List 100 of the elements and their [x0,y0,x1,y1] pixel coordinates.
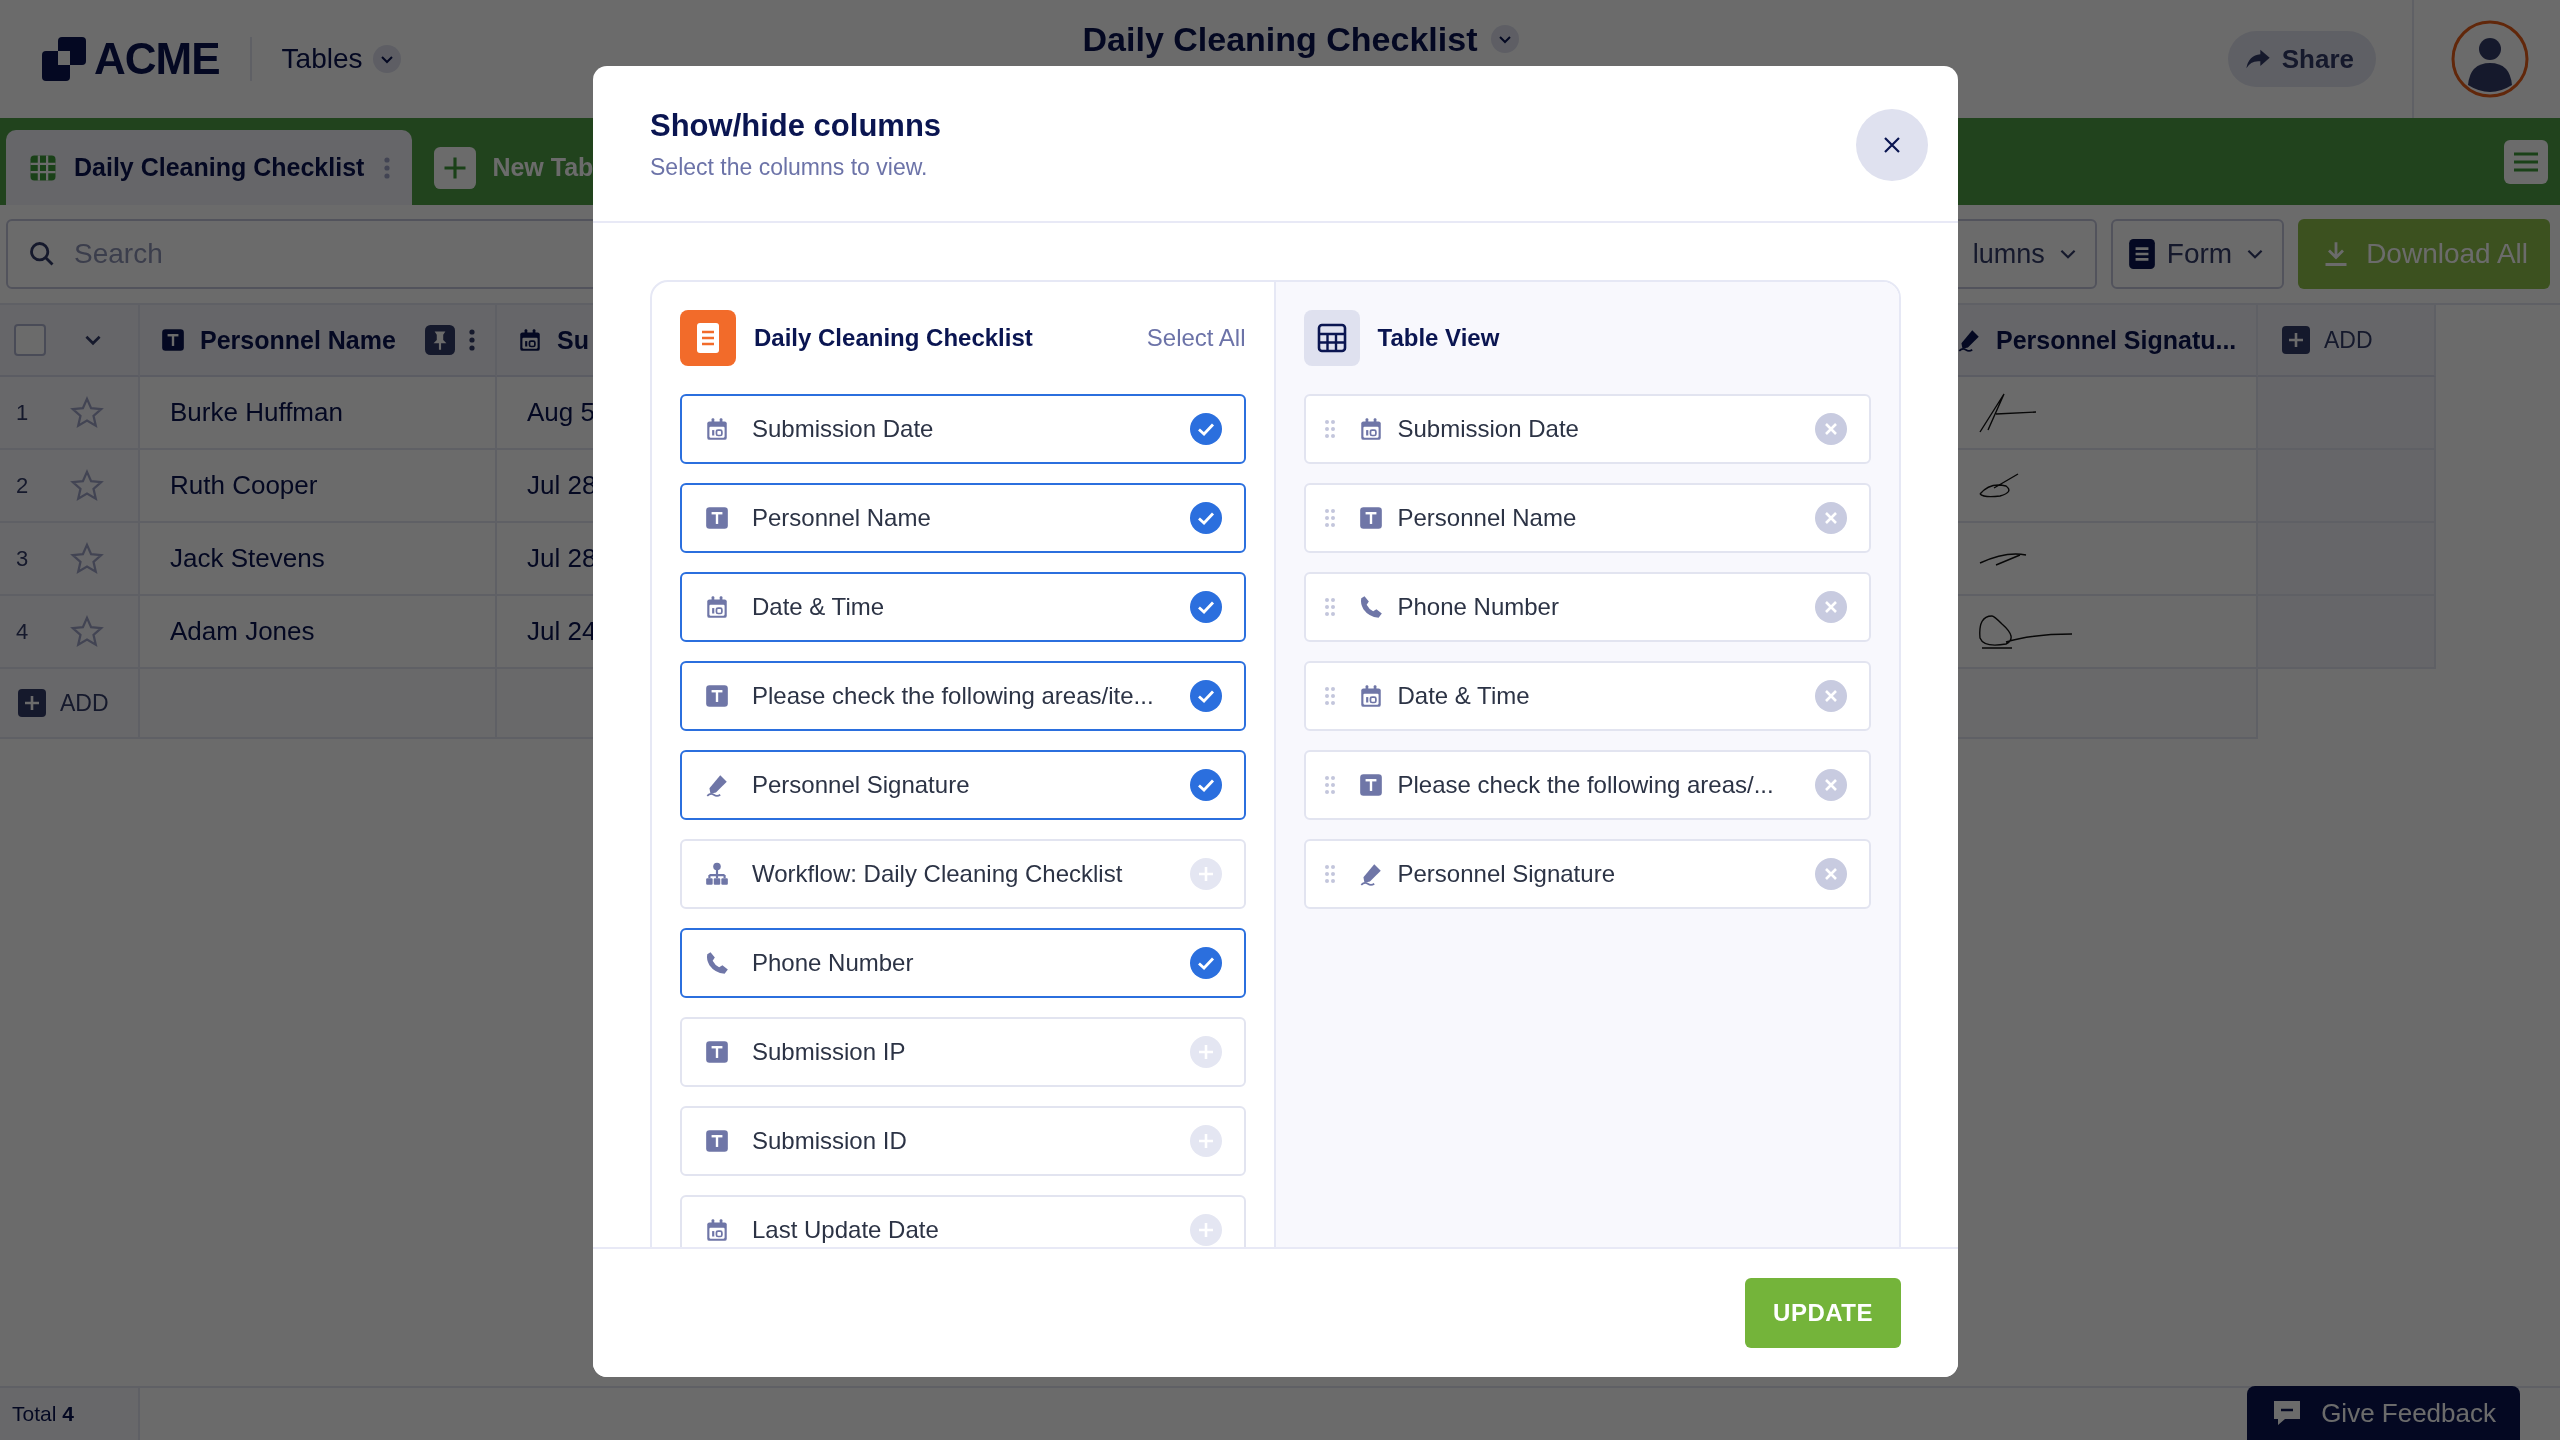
remove-icon[interactable] [1815,413,1847,445]
calendar-icon [704,594,730,620]
column-title: Su [557,325,589,355]
column-label: Last Update Date [752,1216,940,1244]
text-field-icon [160,327,186,353]
table-cell: Ruth Cooper [170,470,318,501]
drag-handle-icon[interactable] [1323,508,1336,528]
column-label: Submission IP [752,1038,907,1066]
hierarchy-icon [704,861,730,887]
visible-column[interactable]: Personnel Name [1303,483,1871,553]
column-option[interactable]: Please check the following areas/ite... [680,661,1246,731]
star-icon[interactable] [70,468,104,503]
column-label: Personnel Signature [752,771,971,799]
pen-icon [1956,327,1982,353]
drag-handle-icon[interactable] [1323,597,1336,617]
star-icon[interactable] [70,541,104,576]
plus-icon [434,146,477,189]
logo-icon [42,37,86,81]
source-title: Daily Cleaning Checklist [754,324,1034,352]
visible-column[interactable]: Please check the following areas/... [1303,750,1871,820]
calendar-icon [704,1217,730,1243]
plus-icon [2282,326,2310,354]
column-label: Date & Time [1397,682,1531,710]
visible-column[interactable]: Phone Number [1303,572,1871,642]
tables-menu[interactable]: Tables [281,43,401,75]
calendar-icon [704,416,730,442]
visible-column[interactable]: Date & Time [1303,661,1871,731]
chevron-down-icon [1491,25,1520,53]
column-label: Personnel Name [752,504,932,532]
form-icon [2128,239,2155,269]
table-cell: Jack Stevens [170,543,325,574]
text-field-icon [704,1039,730,1065]
drag-handle-icon[interactable] [1323,864,1336,884]
signature-drawing [1978,471,2020,500]
logo-text: ACME [94,34,220,84]
signature-drawing [1978,391,2038,434]
column-label: Personnel Name [1397,504,1578,532]
table-icon [1303,310,1360,366]
text-field-icon [704,683,730,709]
column-option[interactable]: Submission IP [680,1017,1246,1087]
more-icon[interactable] [469,328,475,352]
drag-handle-icon[interactable] [1323,775,1336,795]
table-cell: Burke Huffman [170,397,343,428]
remove-icon[interactable] [1815,591,1847,623]
chevron-down-icon [372,45,401,73]
give-feedback-button[interactable]: Give Feedback [2247,1386,2520,1440]
column-option[interactable]: Last Update Date [680,1195,1246,1247]
column-option[interactable]: Submission Date [680,394,1246,464]
signature-drawing [1978,550,2028,567]
table-cell: Adam Jones [170,616,315,647]
column-option[interactable]: Date & Time [680,572,1246,642]
column-option[interactable]: Personnel Signature [680,750,1246,820]
visible-column[interactable]: Submission Date [1303,394,1871,464]
remove-icon[interactable] [1815,858,1847,890]
column-label: Please check the following areas/... [1397,771,1775,799]
text-field-icon [704,1128,730,1154]
column-label: Workflow: Daily Cleaning Checklist [752,860,1124,888]
column-label: Submission ID [752,1127,908,1155]
table-title[interactable]: Daily Cleaning Checklist [1082,19,1520,99]
visible-column[interactable]: Personnel Signature [1303,839,1871,909]
star-icon[interactable] [70,614,104,649]
table-cell: Jul 24 [527,616,597,647]
drag-handle-icon[interactable] [1323,686,1336,706]
row-number: 4 [16,618,30,645]
column-option[interactable]: Phone Number [680,928,1246,998]
text-field-icon [704,505,730,531]
remove-icon[interactable] [1815,502,1847,534]
dialog-title: Show/hide columns [650,108,942,144]
column-option[interactable]: Submission ID [680,1106,1246,1176]
select-all-link[interactable]: Select All [1146,324,1246,352]
pin-icon[interactable] [425,325,455,355]
plus-icon [18,689,46,717]
text-field-icon [1357,505,1384,531]
avatar-icon[interactable] [2450,19,2530,99]
remove-icon[interactable] [1815,680,1847,712]
drag-handle-icon[interactable] [1323,419,1336,439]
menu-icon[interactable] [2504,140,2548,184]
calendar-icon [517,327,543,353]
view-title: Table View [1377,324,1501,352]
table-cell: Aug 5 [527,397,595,428]
close-icon [1882,134,1902,155]
more-icon [384,155,391,180]
column-option[interactable]: Workflow: Daily Cleaning Checklist [680,839,1246,909]
phone-icon [704,950,730,976]
column-label: Date & Time [752,593,886,621]
column-option[interactable]: Personnel Name [680,483,1246,553]
search-icon [28,240,56,268]
column-title: Personnel Name [200,325,396,355]
column-label: Submission Date [752,415,935,443]
column-label: Phone Number [752,949,915,977]
select-all-checkbox[interactable] [14,324,46,356]
dialog-subtitle: Select the columns to view. [650,154,929,181]
column-title: Personnel Signatu... [1996,325,2237,355]
star-icon[interactable] [70,395,104,430]
pen-icon [704,772,730,798]
form-icon [680,310,736,366]
row-number: 2 [16,472,30,499]
remove-icon[interactable] [1815,769,1847,801]
text-field-icon [1357,772,1384,798]
column-label: Personnel Signature [1397,860,1616,888]
